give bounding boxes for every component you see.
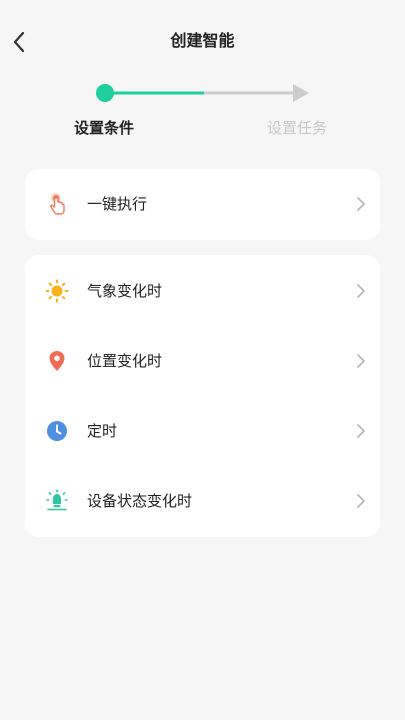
- device-bulb-icon: [46, 489, 68, 511]
- condition-location[interactable]: 位置变化时: [25, 326, 380, 396]
- header: 创建智能: [0, 0, 405, 84]
- condition-label: 气象变化时: [87, 282, 163, 300]
- tap-hand-icon: [50, 193, 65, 215]
- stepper-track: [96, 84, 309, 102]
- step-label-conditions: 设置条件: [74, 119, 135, 137]
- condition-timer[interactable]: 定时: [25, 396, 380, 466]
- chevron-right-icon: [357, 424, 365, 438]
- chevron-right-icon: [357, 197, 365, 211]
- sun-icon: [45, 279, 69, 303]
- condition-weather[interactable]: 气象变化时: [25, 256, 380, 326]
- stepper-current-dot: [96, 84, 114, 102]
- condition-label: 一键执行: [87, 195, 148, 213]
- page-title: 创建智能: [170, 31, 235, 50]
- location-pin-icon: [49, 351, 65, 371]
- condition-label: 设备状态变化时: [87, 492, 193, 510]
- progress-stepper: 设置条件 设置任务: [0, 80, 405, 140]
- manual-trigger-card: 一键执行: [25, 169, 380, 240]
- condition-device-state[interactable]: 设备状态变化时: [25, 466, 380, 536]
- condition-label: 定时: [87, 422, 118, 440]
- clock-icon: [47, 421, 67, 441]
- condition-list-card: 气象变化时 位置变化时 定时 设备状态变化时: [25, 255, 380, 537]
- chevron-right-icon: [357, 284, 365, 298]
- stepper-end-arrow-icon: [293, 84, 309, 102]
- chevron-right-icon: [357, 494, 365, 508]
- condition-label: 位置变化时: [87, 352, 163, 370]
- step-label-tasks: 设置任务: [267, 119, 328, 137]
- condition-one-click[interactable]: 一键执行: [25, 169, 380, 239]
- chevron-right-icon: [357, 354, 365, 368]
